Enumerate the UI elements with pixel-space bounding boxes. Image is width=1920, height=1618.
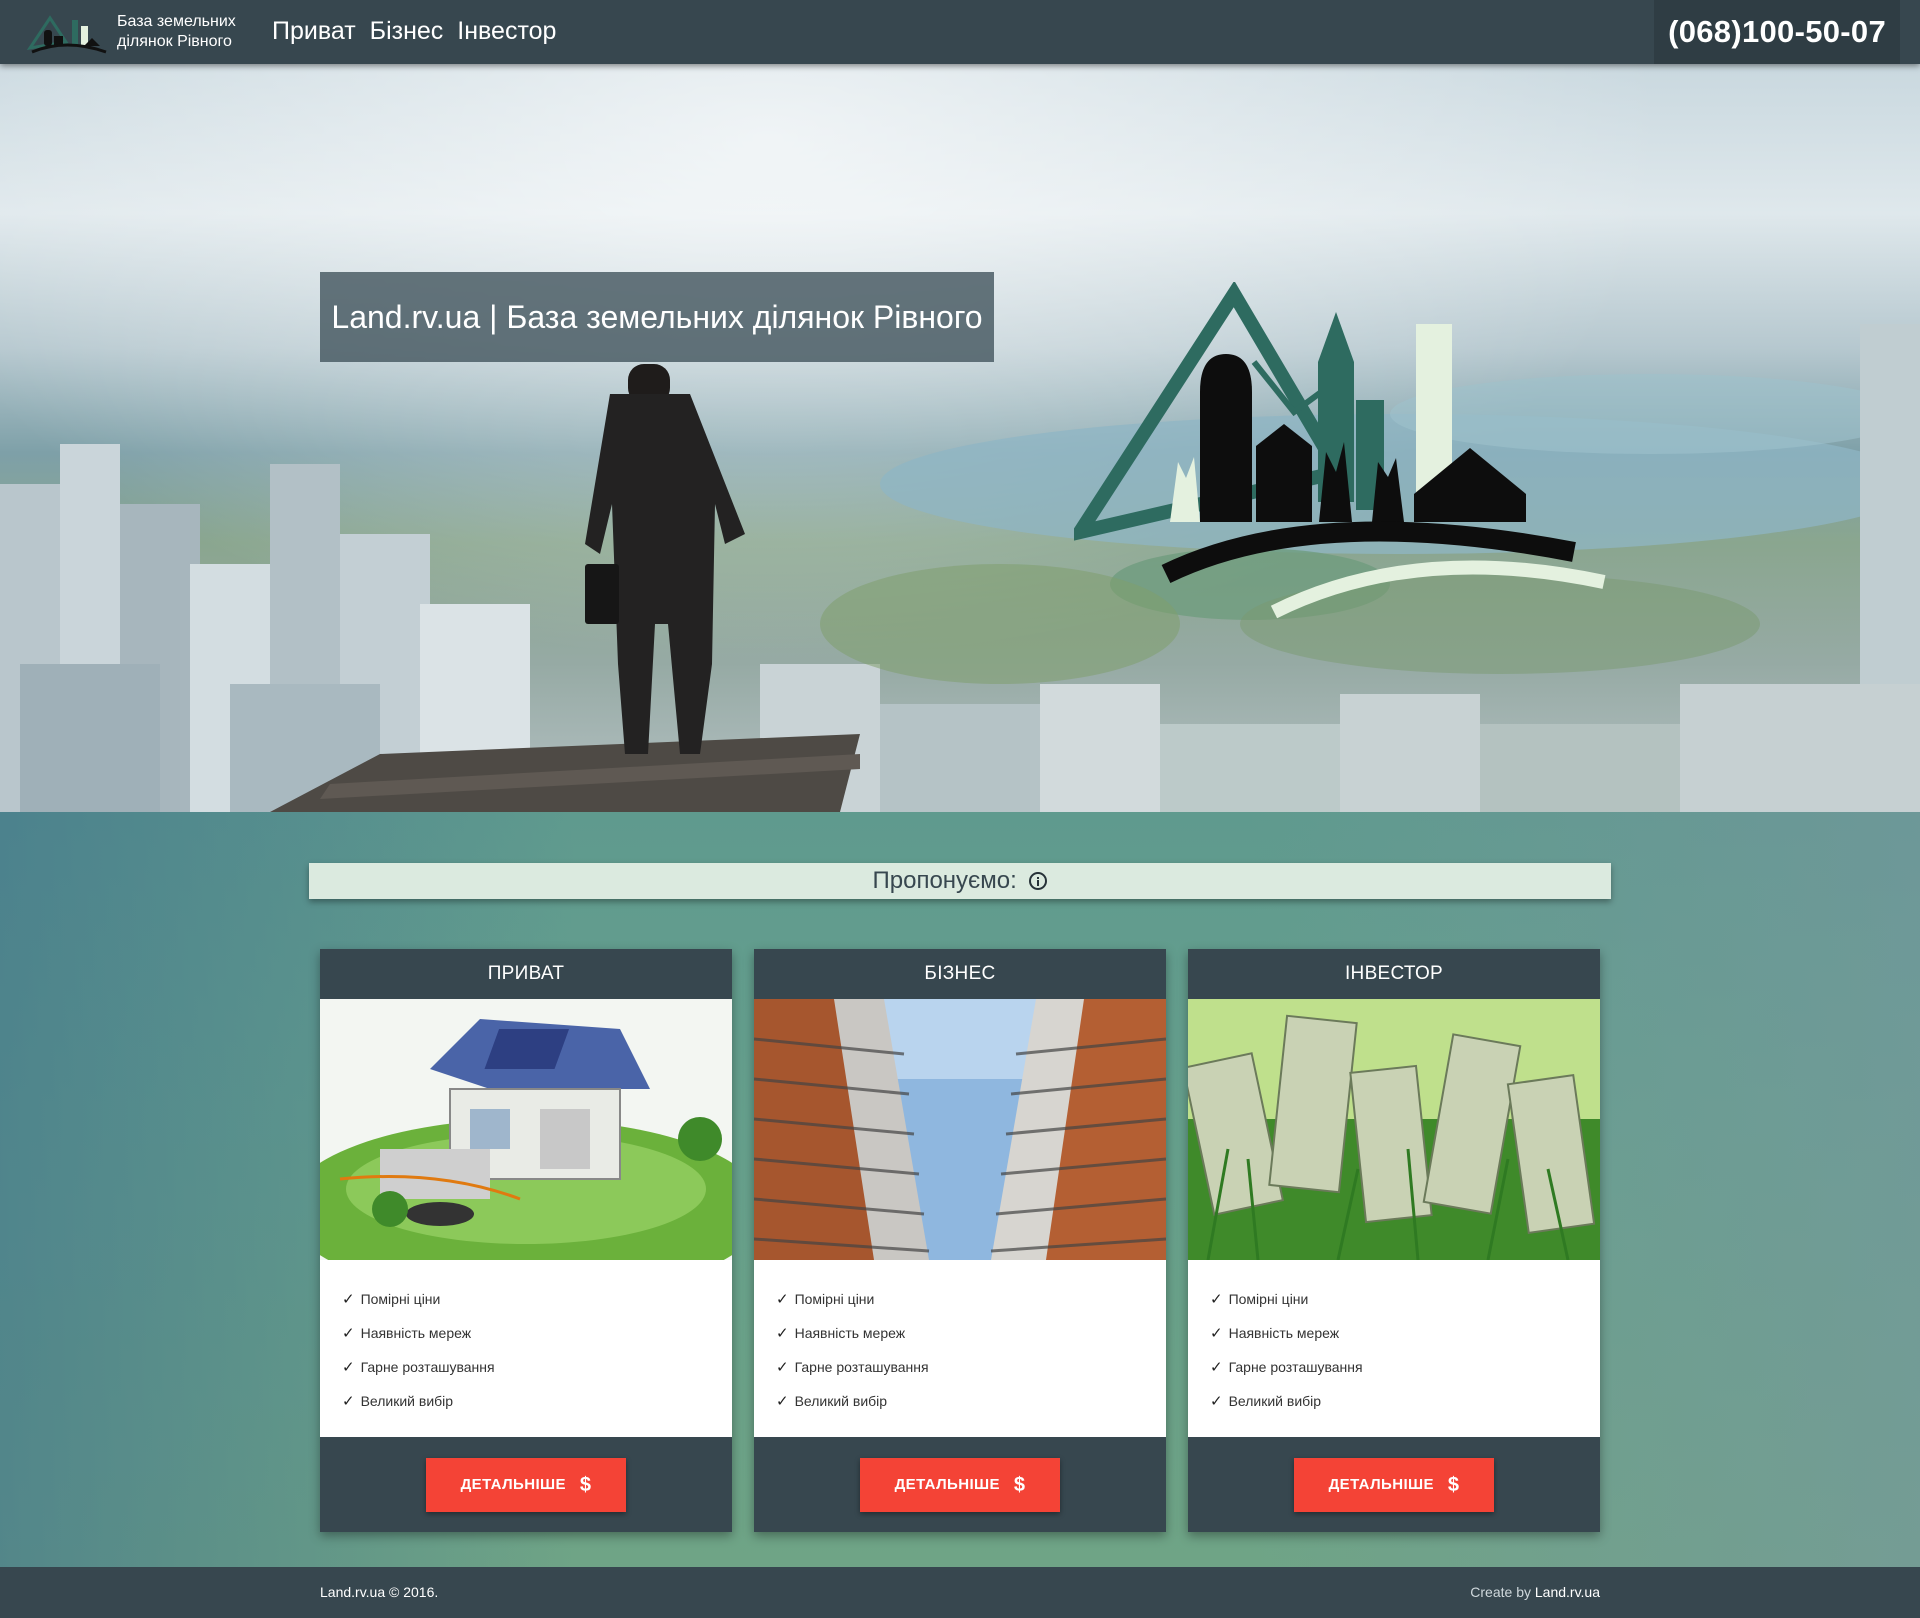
feature-text: Наявність мереж [360,1325,472,1341]
nav-link-biznes[interactable]: Бізнес [370,16,444,46]
feature-text: Наявність мереж [1228,1325,1340,1341]
house-cutaway-image [320,999,732,1260]
feature-text: Помірні ціни [1228,1291,1309,1307]
feature-item: ✓ Великий вибір [776,1384,1166,1418]
feature-item: ✓ Гарне розташування [1210,1350,1600,1384]
check-icon: ✓ [342,1291,355,1308]
feature-text: Великий вибір [360,1393,454,1409]
feature-text: Великий вибір [794,1393,888,1409]
feature-item: ✓ Помірні ціни [342,1282,732,1316]
footer-credit: Create by Land.rv.ua [1470,1584,1600,1600]
check-icon: ✓ [776,1393,789,1410]
feature-item: ✓ Великий вибір [342,1384,732,1418]
credit-prefix: Create by [1470,1584,1531,1600]
check-icon: ✓ [1210,1359,1223,1376]
check-icon: ✓ [342,1325,355,1342]
nav-menu: Приват Бізнес Інвестор [272,16,556,46]
feature-item: ✓ Гарне розташування [776,1350,1166,1384]
offers-heading: Пропонуємо: [872,867,1017,894]
hero-banner: Land.rv.ua | База земельних ділянок Рівн… [0,64,1920,812]
card-title: ІНВЕСТОР [1188,949,1600,999]
check-icon: ✓ [776,1291,789,1308]
copyright-text: Land.rv.ua © 2016. [320,1584,439,1600]
feature-text: Гарне розташування [1228,1359,1363,1375]
card-title: ПРИВАТ [320,949,732,999]
brand-line-1: База земельних [117,13,236,30]
brand-logo[interactable] [26,8,112,58]
hero-cityscape-image [0,324,1920,812]
details-button-label: ДЕТАЛЬНІШЕ [460,1475,566,1493]
feature-item: ✓ Помірні ціни [1210,1282,1600,1316]
feature-text: Гарне розташування [360,1359,495,1375]
feature-text: Великий вибір [1228,1393,1322,1409]
hero-title: Land.rv.ua | База земельних ділянок Рівн… [320,272,994,362]
details-button-label: ДЕТАЛЬНІШЕ [1328,1475,1434,1493]
feature-item: ✓ Наявність мереж [776,1316,1166,1350]
brand-line-2: ділянок Рівного [117,33,232,50]
check-icon: ✓ [342,1393,355,1410]
card-footer: ДЕТАЛЬНІШЕ $ [754,1437,1166,1532]
offers-heading-bar: Пропонуємо: [309,863,1611,899]
info-icon[interactable] [1029,872,1048,890]
feature-item: ✓ Наявність мереж [1210,1316,1600,1350]
feature-text: Помірні ціни [360,1291,441,1307]
check-icon: ✓ [1210,1325,1223,1342]
details-button-label: ДЕТАЛЬНІШЕ [894,1475,1000,1493]
details-button[interactable]: ДЕТАЛЬНІШЕ $ [426,1458,626,1512]
card-footer: ДЕТАЛЬНІШЕ $ [1188,1437,1600,1532]
check-icon: ✓ [1210,1291,1223,1308]
card-title: БІЗНЕС [754,949,1166,999]
check-icon: ✓ [776,1359,789,1376]
offer-card-pryvat: ПРИВАТ ✓ Помірні ціни ✓ Наявність мереж ✓ Г… [320,949,732,1532]
check-icon: ✓ [342,1359,355,1376]
feature-text: Гарне розташування [794,1359,929,1375]
page-footer: Land.rv.ua © 2016. Create by Land.rv.ua [0,1567,1920,1618]
feature-text: Помірні ціни [794,1291,875,1307]
offer-card-investor: ІНВЕСТОР ✓ Помірні ціни ✓ Наявність мереж … [1188,949,1600,1532]
check-icon: ✓ [1210,1393,1223,1410]
skyscrapers-image [754,999,1166,1260]
nav-link-pryvat[interactable]: Приват [272,16,356,46]
nav-link-investor[interactable]: Інвестор [457,16,556,46]
top-navbar: База земельних ділянок Рівного Приват Бі… [0,0,1920,64]
phone-number[interactable]: (068)100-50-07 [1654,0,1900,64]
dollar-icon: $ [579,1473,592,1496]
details-button[interactable]: ДЕТАЛЬНІШЕ $ [860,1458,1060,1512]
check-icon: ✓ [776,1325,789,1342]
land-logo-emblem [1074,282,1606,619]
feature-list: ✓ Помірні ціни ✓ Наявність мереж ✓ Гарне ро… [754,1260,1166,1410]
feature-text: Наявність мереж [794,1325,906,1341]
brand-name[interactable]: База земельних ділянок Рівного [117,12,267,52]
credit-link[interactable]: Land.rv.ua [1535,1584,1600,1600]
dollar-icon: $ [1447,1473,1460,1496]
feature-list: ✓ Помірні ціни ✓ Наявність мереж ✓ Гарне ро… [320,1260,732,1410]
card-footer: ДЕТАЛЬНІШЕ $ [320,1437,732,1532]
feature-item: ✓ Помірні ціни [776,1282,1166,1316]
details-button[interactable]: ДЕТАЛЬНІШЕ $ [1294,1458,1494,1512]
offers-section: Пропонуємо: ПРИВАТ ✓ Помірні ціни ✓ Наявні… [0,812,1920,1567]
feature-item: ✓ Гарне розташування [342,1350,732,1384]
money-grass-image [1188,999,1600,1260]
dollar-icon: $ [1013,1473,1026,1496]
feature-item: ✓ Великий вибір [1210,1384,1600,1418]
feature-list: ✓ Помірні ціни ✓ Наявність мереж ✓ Гарне ро… [1188,1260,1600,1410]
offer-card-biznes: БІЗНЕС ✓ Помірні ціни ✓ Наявність мереж ✓ Г… [754,949,1166,1532]
feature-item: ✓ Наявність мереж [342,1316,732,1350]
